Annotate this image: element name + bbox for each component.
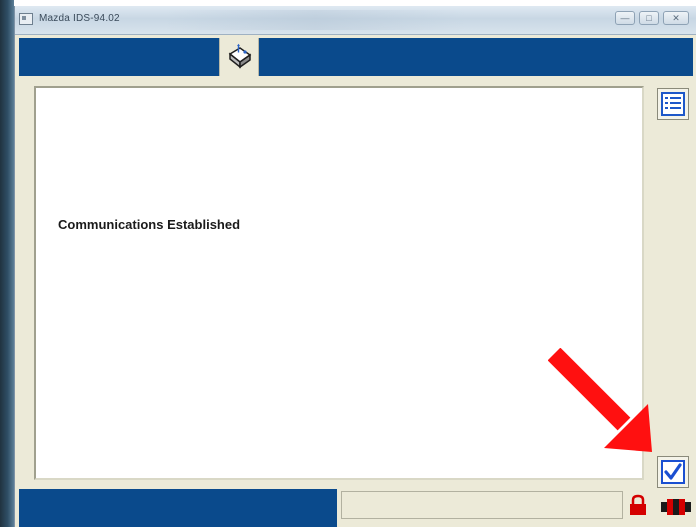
title-bar-background-blur bbox=[165, 10, 465, 30]
window-title: Mazda IDS-94.02 bbox=[39, 13, 120, 24]
list-icon bbox=[661, 92, 685, 116]
toolbox-tab[interactable] bbox=[219, 38, 259, 76]
minimize-button[interactable]: — bbox=[615, 11, 635, 25]
close-button[interactable]: ✕ bbox=[663, 11, 689, 25]
lock-icon bbox=[630, 494, 646, 515]
desktop-edge bbox=[0, 0, 14, 527]
status-message: Communications Established bbox=[58, 217, 241, 232]
list-button[interactable] bbox=[657, 88, 689, 120]
maximize-button[interactable]: □ bbox=[639, 11, 659, 25]
status-field bbox=[341, 491, 623, 519]
screenshot: Mazda IDS-94.02 — □ ✕ Communications Est… bbox=[0, 0, 696, 527]
status-bar-left bbox=[19, 489, 337, 527]
header-band bbox=[19, 38, 693, 76]
checkmark-icon bbox=[661, 460, 685, 484]
toolbox-tab-icon bbox=[228, 43, 252, 69]
title-bar[interactable]: Mazda IDS-94.02 — □ ✕ bbox=[15, 6, 696, 35]
app-window-icon bbox=[19, 13, 33, 25]
confirm-button[interactable] bbox=[657, 456, 689, 488]
red-arrow-annotation bbox=[548, 348, 652, 452]
connector-icon bbox=[661, 499, 691, 515]
